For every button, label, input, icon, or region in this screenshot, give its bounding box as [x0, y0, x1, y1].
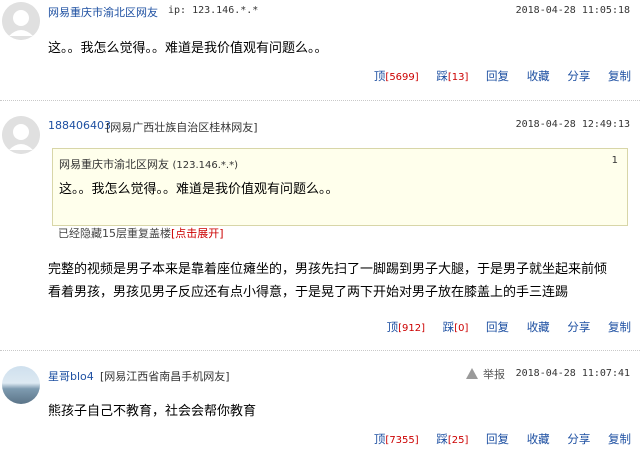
expand-link[interactable]: [点击展开]	[171, 227, 224, 240]
comment-actions: 顶[7355] 踩[25] 回复 收藏 分享 复制	[360, 431, 631, 447]
quoted-username-link[interactable]: 网易重庆市渝北区网友	[59, 158, 169, 171]
share-button[interactable]: 分享	[567, 432, 590, 446]
comment-3: 星哥blo4 [网易江西省南昌手机网友] 举报 2018-04-28 11:07…	[0, 351, 640, 453]
reply-button[interactable]: 回复	[486, 432, 509, 446]
reply-button[interactable]: 回复	[486, 69, 509, 83]
downvote-button[interactable]: 踩[13]	[436, 69, 468, 83]
comment-time: 2018-04-28 12:49:13	[515, 119, 630, 130]
floor-number: 1	[611, 155, 618, 166]
favorite-button[interactable]: 收藏	[527, 432, 550, 446]
favorite-button[interactable]: 收藏	[527, 69, 550, 83]
comment-text-line-1: 完整的视频是男子本来是靠着座位瘫坐的，男孩先扫了一脚踢到男子大腿，于是男子就坐起…	[48, 262, 608, 277]
comment-ip: ip: 123.146.*.*	[168, 5, 259, 16]
quoted-ip: (123.146.*.*)	[172, 160, 239, 171]
user-avatar[interactable]	[2, 366, 40, 404]
share-button[interactable]: 分享	[567, 69, 590, 83]
share-button[interactable]: 分享	[567, 320, 590, 334]
comment-actions: 顶[5699] 踩[13] 回复 收藏 分享 复制	[360, 68, 631, 84]
copy-button[interactable]: 复制	[608, 432, 631, 446]
report-button[interactable]: 举报	[466, 366, 505, 382]
comment-username[interactable]: 网易重庆市渝北区网友	[48, 4, 158, 20]
upvote-button[interactable]: 顶[5699]	[374, 69, 419, 83]
upvote-button[interactable]: 顶[912]	[387, 320, 425, 334]
reply-button[interactable]: 回复	[486, 320, 509, 334]
comment-1: 网易重庆市渝北区网友 ip: 123.146.*.* 2018-04-28 11…	[0, 0, 640, 96]
comment-actions: 顶[912] 踩[0] 回复 收藏 分享 复制	[373, 319, 631, 335]
comment-username[interactable]: 星哥blo4	[48, 368, 94, 384]
copy-button[interactable]: 复制	[608, 69, 631, 83]
comment-time: 2018-04-28 11:07:41	[515, 368, 630, 379]
comment-text-line-2: 看着男孩，男孩见男子反应还有点小得意，于是晃了两下开始对男子放在膝盖上的手三连踢	[48, 285, 569, 300]
downvote-button[interactable]: 踩[25]	[436, 432, 468, 446]
comment-text: 这。。我怎么觉得。。难道是我价值观有问题么。。	[48, 41, 328, 56]
downvote-button[interactable]: 踩[0]	[443, 320, 469, 334]
default-avatar-icon[interactable]	[2, 2, 40, 40]
comment-time: 2018-04-28 11:05:18	[515, 5, 630, 16]
favorite-button[interactable]: 收藏	[527, 320, 550, 334]
comment-text: 熊孩子自己不教育，社会会帮你教育	[48, 404, 257, 419]
upvote-button[interactable]: 顶[7355]	[374, 432, 419, 446]
quoted-comment: 网易重庆市渝北区网友 (123.146.*.*) 1 这。。我怎么觉得。。难道是…	[52, 148, 628, 226]
quoted-text: 这。。我怎么觉得。。难道是我价值观有问题么。。	[59, 182, 339, 197]
comment-username[interactable]: 188406403	[48, 119, 111, 132]
warning-icon	[466, 368, 478, 379]
default-avatar-icon[interactable]	[2, 116, 40, 154]
quoted-username: 网易重庆市渝北区网友 (123.146.*.*)	[59, 156, 238, 172]
copy-button[interactable]: 复制	[608, 320, 631, 334]
comment-location: [网易广西壮族自治区桂林网友]	[106, 121, 258, 134]
comment-location: [网易江西省南昌手机网友]	[100, 370, 230, 383]
comment-2: 188406403 [网易广西壮族自治区桂林网友] 2018-04-28 12:…	[0, 101, 640, 347]
hidden-floors-notice: 已经隐藏15层重复盖楼[点击展开]	[58, 227, 224, 240]
